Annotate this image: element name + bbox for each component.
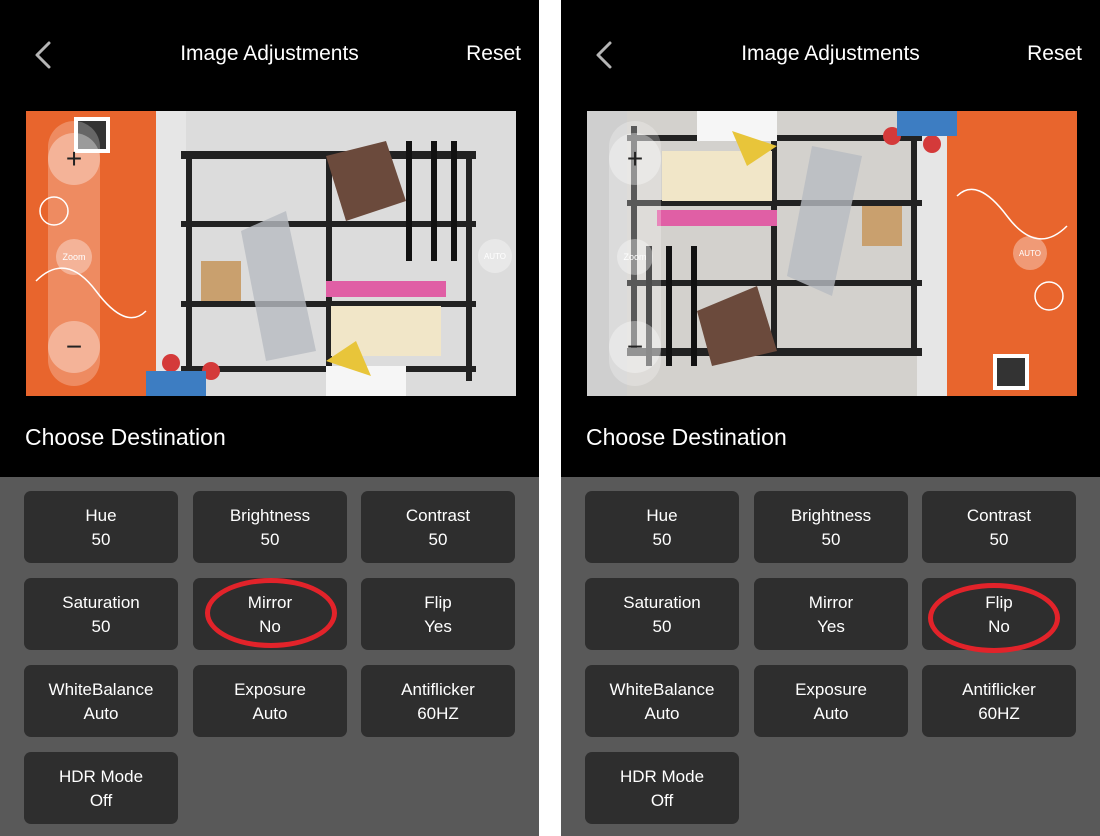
tile-value: No	[988, 617, 1010, 636]
tile-value: 50	[91, 530, 111, 549]
tile-value: 50	[428, 530, 448, 549]
tile-value: No	[259, 617, 281, 636]
minus-icon: −	[65, 331, 83, 362]
zoom-label: Zoom	[617, 239, 653, 275]
zoom-label: Zoom	[56, 239, 92, 275]
tile-label: Exposure	[234, 680, 306, 699]
whitebalance-tile[interactable]: WhiteBalance Auto	[24, 665, 178, 737]
adjustment-panel: Hue 50 Brightness 50 Contrast 50 Saturat…	[0, 477, 539, 836]
tile-label: WhiteBalance	[48, 680, 154, 699]
header: Image Adjustments Reset	[561, 0, 1100, 110]
tile-value: Auto	[83, 704, 119, 723]
zoom-out-button[interactable]: −	[48, 321, 100, 373]
tile-value: Yes	[424, 617, 452, 636]
phone-screen-mirror: Image Adjustments Reset + Zoom − AUTO Ch…	[0, 0, 539, 836]
tile-value: 50	[652, 530, 672, 549]
phone-screen-flip: Image Adjustments Reset + Zoom − AUTO Ch…	[561, 0, 1100, 836]
antiflicker-tile[interactable]: Antiflicker 60HZ	[922, 665, 1076, 737]
hdr-mode-tile[interactable]: HDR Mode Off	[585, 752, 739, 824]
tile-value: Off	[650, 791, 674, 810]
tile-label: Antiflicker	[401, 680, 475, 699]
exposure-tile[interactable]: Exposure Auto	[193, 665, 347, 737]
flip-tile[interactable]: Flip Yes	[361, 578, 515, 650]
whitebalance-tile[interactable]: WhiteBalance Auto	[585, 665, 739, 737]
exposure-tile[interactable]: Exposure Auto	[754, 665, 908, 737]
tile-label: Brightness	[229, 506, 311, 525]
tile-label: Mirror	[247, 593, 293, 612]
page-title: Image Adjustments	[741, 42, 920, 65]
tile-label: Exposure	[795, 680, 867, 699]
section-title: Choose Destination	[586, 424, 787, 450]
plus-icon: +	[65, 143, 83, 174]
mirror-tile[interactable]: Mirror Yes	[754, 578, 908, 650]
header: Image Adjustments Reset	[0, 0, 539, 110]
tile-value: 50	[91, 617, 111, 636]
brightness-tile[interactable]: Brightness 50	[754, 491, 908, 563]
saturation-tile[interactable]: Saturation 50	[585, 578, 739, 650]
tile-label: Flip	[424, 593, 452, 612]
flip-tile[interactable]: Flip No	[922, 578, 1076, 650]
minus-icon: −	[626, 331, 644, 362]
mirror-tile[interactable]: Mirror No	[193, 578, 347, 650]
tile-value: 50	[652, 617, 672, 636]
tile-value: 60HZ	[978, 704, 1020, 723]
tile-value: Off	[89, 791, 113, 810]
saturation-tile[interactable]: Saturation 50	[24, 578, 178, 650]
plus-icon: +	[626, 143, 644, 174]
tile-label: Contrast	[966, 506, 1032, 525]
tile-label: Antiflicker	[962, 680, 1036, 699]
tile-label: Saturation	[62, 593, 140, 612]
tile-value: Auto	[644, 704, 680, 723]
tile-label: Hue	[646, 506, 678, 525]
tile-label: Mirror	[808, 593, 854, 612]
contrast-tile[interactable]: Contrast 50	[922, 491, 1076, 563]
zoom-in-button[interactable]: +	[48, 133, 100, 185]
brightness-tile[interactable]: Brightness 50	[193, 491, 347, 563]
zoom-out-button[interactable]: −	[609, 321, 661, 373]
tile-value: 50	[260, 530, 280, 549]
hdr-mode-tile[interactable]: HDR Mode Off	[24, 752, 178, 824]
camera-preview: + Zoom − AUTO	[587, 111, 1077, 396]
auto-focus-button[interactable]: AUTO	[1013, 236, 1047, 270]
tile-label: Brightness	[790, 506, 872, 525]
reset-button[interactable]: Reset	[466, 42, 521, 66]
camera-preview: + Zoom − AUTO	[26, 111, 516, 396]
hue-tile[interactable]: Hue 50	[24, 491, 178, 563]
reset-button[interactable]: Reset	[1027, 42, 1082, 66]
tile-value: 50	[989, 530, 1009, 549]
tile-label: Hue	[85, 506, 117, 525]
section-title: Choose Destination	[25, 424, 226, 450]
tile-label: Flip	[985, 593, 1013, 612]
auto-focus-button[interactable]: AUTO	[478, 239, 512, 273]
tile-label: WhiteBalance	[609, 680, 715, 699]
tile-label: HDR Mode	[619, 767, 705, 786]
page-title: Image Adjustments	[180, 42, 359, 65]
contrast-tile[interactable]: Contrast 50	[361, 491, 515, 563]
tile-value: Auto	[252, 704, 288, 723]
tile-value: Auto	[813, 704, 849, 723]
tile-label: Contrast	[405, 506, 471, 525]
tile-value: Yes	[817, 617, 845, 636]
hue-tile[interactable]: Hue 50	[585, 491, 739, 563]
tile-label: Saturation	[623, 593, 701, 612]
tile-value: 50	[821, 530, 841, 549]
tile-label: HDR Mode	[58, 767, 144, 786]
tile-value: 60HZ	[417, 704, 459, 723]
adjustment-panel: Hue 50 Brightness 50 Contrast 50 Saturat…	[561, 477, 1100, 836]
antiflicker-tile[interactable]: Antiflicker 60HZ	[361, 665, 515, 737]
zoom-in-button[interactable]: +	[609, 133, 661, 185]
